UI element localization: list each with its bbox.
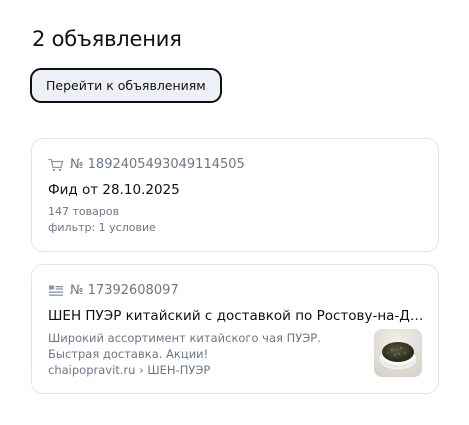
text-ad-icon: [49, 285, 63, 296]
feed-number: № 1892405493049114505: [70, 157, 245, 172]
ad-title[interactable]: ШЕН ПУЭР китайский с доставкой по Ростов…: [48, 308, 424, 324]
ad-number: № 17392608097: [70, 283, 179, 298]
page-title: 2 объявления: [32, 27, 182, 51]
card-header: № 17392608097: [48, 283, 179, 298]
tea-bowl-image: [374, 329, 422, 377]
feed-products-count: 147 товаров: [48, 205, 120, 218]
go-to-ads-button[interactable]: Перейти к объявлениям: [30, 68, 222, 103]
feed-title: Фид от 28.10.2025: [48, 182, 180, 198]
ad-url-breadcrumb[interactable]: chaipopravit.ru › ШЕН-ПУЭР: [48, 363, 210, 377]
feed-filter: фильтр: 1 условие: [48, 221, 156, 234]
feed-card[interactable]: № 1892405493049114505 Фид от 28.10.2025 …: [31, 138, 439, 252]
ad-card[interactable]: № 17392608097 ШЕН ПУЭР китайский с доста…: [31, 264, 439, 394]
card-header: № 1892405493049114505: [48, 157, 245, 172]
ad-description: Широкий ассортимент китайского чая ПУЭР.…: [48, 331, 321, 361]
cart-icon: [48, 158, 64, 171]
